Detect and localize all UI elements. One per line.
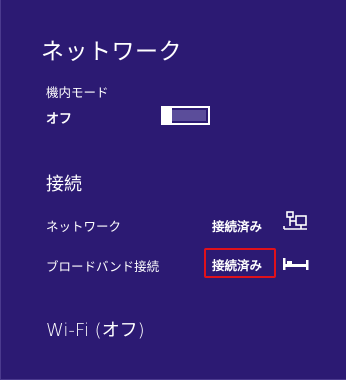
- connection-name: ネットワーク: [46, 219, 122, 234]
- toggle-track: [172, 110, 206, 121]
- connection-name: ブロードバンド接続: [46, 259, 160, 274]
- broadband-bed-icon: [283, 257, 309, 276]
- connection-status: 接続済み: [212, 219, 263, 234]
- page-title: ネットワーク: [41, 39, 182, 65]
- connection-status: 接続済み: [212, 258, 263, 273]
- toggle-knob[interactable]: [161, 106, 172, 125]
- connection-item-network[interactable]: ネットワーク 接続済み: [1, 208, 346, 242]
- connection-item-broadband[interactable]: ブロードバンド接続 接続済み: [1, 246, 346, 280]
- airplane-mode-toggle[interactable]: [161, 106, 210, 125]
- wired-network-icon: [282, 211, 308, 237]
- airplane-mode-state: オフ: [46, 112, 73, 127]
- wifi-heading: Wi-Fi (オフ): [46, 320, 145, 341]
- connections-heading: 接続: [46, 174, 82, 195]
- network-settings-pane: ネットワーク 機内モード オフ 接続 ネットワーク 接続済み ブロードバンド接続…: [0, 0, 346, 380]
- airplane-mode-label: 機内モード: [46, 85, 109, 100]
